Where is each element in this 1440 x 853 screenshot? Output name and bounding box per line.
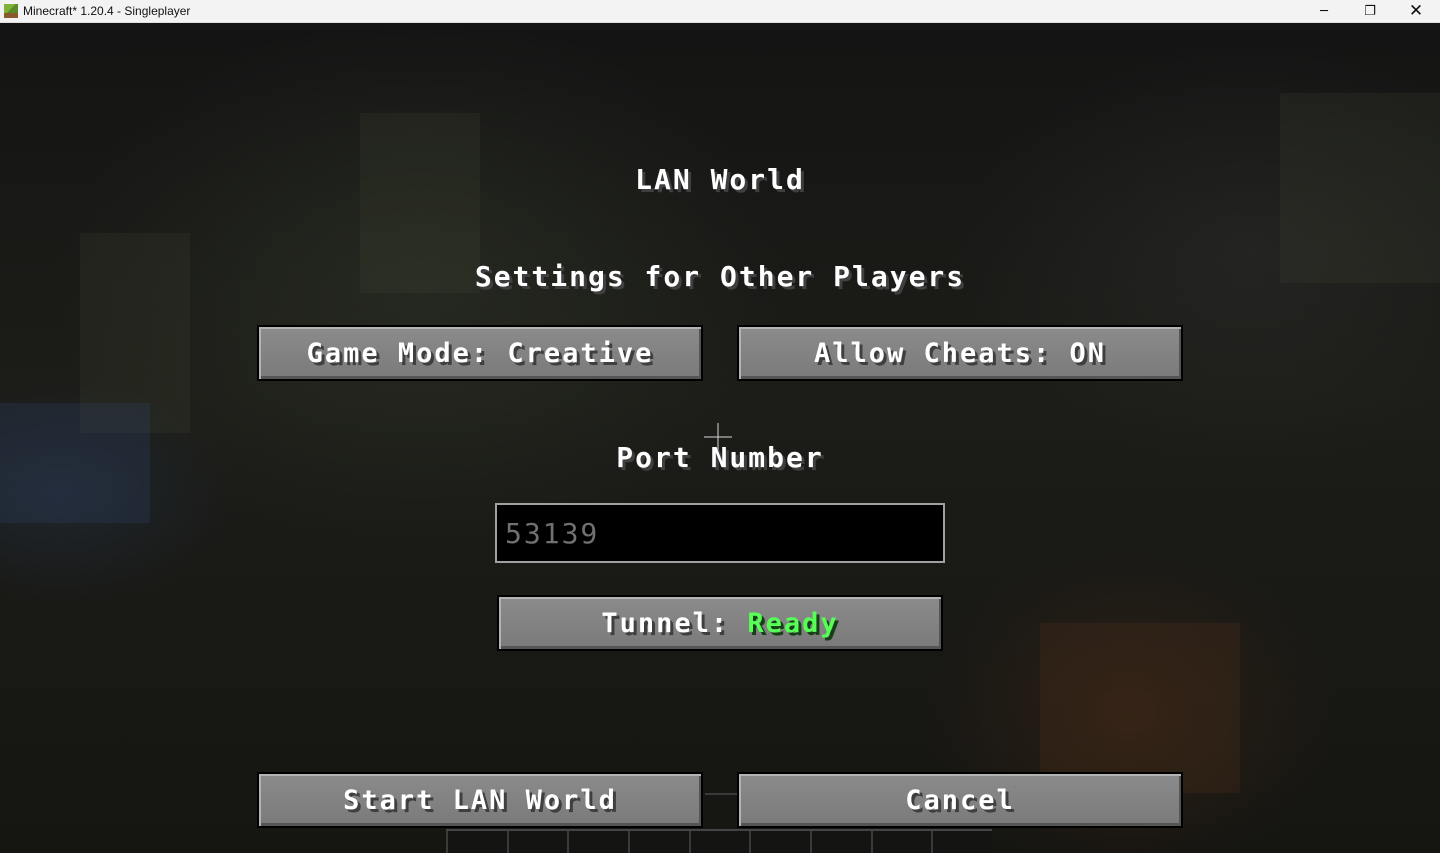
port-number-label: Port Number bbox=[616, 441, 824, 474]
settings-heading: Settings for Other Players bbox=[474, 260, 966, 293]
close-button[interactable]: ✕ bbox=[1393, 0, 1439, 22]
hotbar-slot bbox=[506, 831, 568, 853]
minecraft-grass-block-icon bbox=[4, 4, 18, 18]
minimize-button[interactable]: ─ bbox=[1301, 0, 1347, 22]
cancel-button[interactable]: Cancel bbox=[737, 772, 1183, 828]
hotbar bbox=[446, 829, 993, 853]
maximize-button[interactable]: ❐ bbox=[1347, 0, 1393, 22]
game-mode-button[interactable]: Game Mode: Creative bbox=[257, 325, 703, 381]
start-lan-world-button[interactable]: Start LAN World bbox=[257, 772, 703, 828]
allow-cheats-button[interactable]: Allow Cheats: ON bbox=[737, 325, 1183, 381]
window-title: Minecraft* 1.20.4 - Singleplayer bbox=[23, 4, 191, 18]
hotbar-slot bbox=[749, 831, 811, 853]
title-bar: Minecraft* 1.20.4 - Singleplayer ─ ❐ ✕ bbox=[0, 0, 1440, 23]
hotbar-slot bbox=[810, 831, 871, 853]
tunnel-label: Tunnel: bbox=[601, 607, 748, 639]
tunnel-status: Ready bbox=[747, 607, 839, 639]
tunnel-button[interactable]: Tunnel: Ready bbox=[497, 595, 943, 651]
port-number-input[interactable] bbox=[495, 503, 945, 563]
background-dirt bbox=[1040, 623, 1240, 793]
hotbar-slot bbox=[931, 831, 993, 853]
hotbar-slot bbox=[446, 831, 507, 853]
hotbar-slot bbox=[567, 831, 629, 853]
hotbar-connector bbox=[705, 793, 737, 795]
hotbar-slot bbox=[870, 831, 932, 853]
screen-title: LAN World bbox=[635, 163, 805, 196]
hotbar-slot bbox=[628, 831, 689, 853]
game-viewport: LAN World Settings for Other Players Gam… bbox=[0, 23, 1440, 853]
minecraft-window: Minecraft* 1.20.4 - Singleplayer ─ ❐ ✕ L… bbox=[0, 0, 1440, 853]
hotbar-slot bbox=[688, 831, 750, 853]
